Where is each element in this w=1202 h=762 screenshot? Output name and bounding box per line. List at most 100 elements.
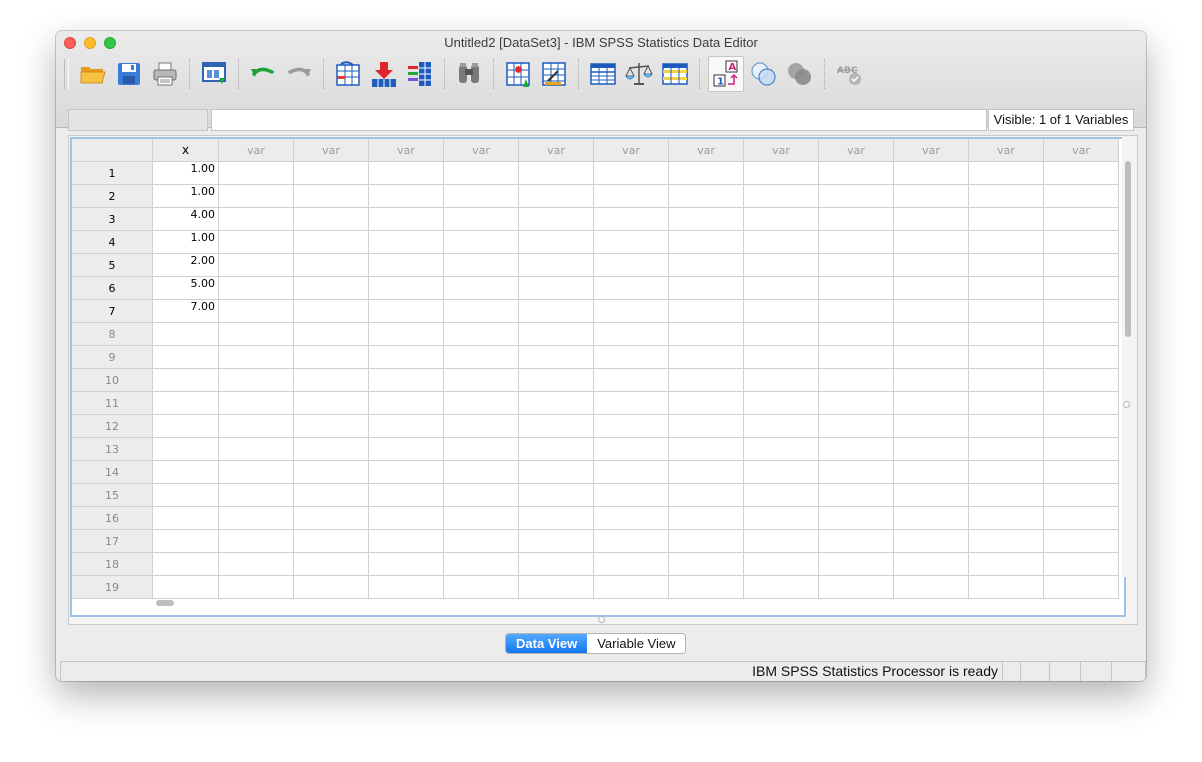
data-cell[interactable] [443, 368, 519, 392]
data-cell[interactable] [968, 184, 1044, 208]
data-cell[interactable] [818, 460, 894, 484]
vertical-split-handle[interactable] [1123, 401, 1130, 408]
vertical-scrollbar[interactable] [1122, 137, 1134, 577]
data-cell[interactable] [443, 230, 519, 254]
data-cell[interactable] [1043, 552, 1119, 576]
data-cell[interactable] [293, 299, 369, 323]
data-cell[interactable] [218, 276, 294, 300]
data-cell[interactable] [218, 161, 294, 185]
data-cell[interactable] [593, 276, 669, 300]
data-cell[interactable] [443, 552, 519, 576]
data-cell[interactable] [668, 483, 744, 507]
data-cell[interactable] [518, 184, 594, 208]
data-cell[interactable] [743, 529, 819, 553]
data-cell[interactable] [968, 253, 1044, 277]
data-cell[interactable] [518, 529, 594, 553]
data-cell[interactable] [668, 322, 744, 346]
data-cell[interactable] [293, 230, 369, 254]
data-cell[interactable] [668, 552, 744, 576]
data-cell[interactable] [818, 506, 894, 530]
data-cell[interactable] [593, 207, 669, 231]
data-cell[interactable] [593, 299, 669, 323]
data-cell[interactable] [818, 437, 894, 461]
data-cell[interactable] [818, 345, 894, 369]
data-cell[interactable] [218, 253, 294, 277]
data-cell[interactable] [743, 460, 819, 484]
data-cell[interactable] [368, 276, 444, 300]
row-header[interactable]: 18 [72, 552, 153, 576]
data-cell[interactable] [1043, 391, 1119, 415]
data-cell[interactable] [443, 207, 519, 231]
data-cell[interactable] [518, 506, 594, 530]
data-cell[interactable] [443, 414, 519, 438]
data-cell[interactable] [593, 184, 669, 208]
data-cell[interactable] [893, 184, 969, 208]
variables-icon[interactable] [404, 58, 436, 90]
data-cell[interactable] [293, 184, 369, 208]
data-cell[interactable] [443, 345, 519, 369]
data-cell[interactable] [818, 529, 894, 553]
data-cell[interactable] [518, 345, 594, 369]
data-cell[interactable] [818, 552, 894, 576]
data-cell[interactable] [893, 552, 969, 576]
row-header[interactable]: 15 [72, 483, 153, 507]
data-cell[interactable] [1043, 437, 1119, 461]
data-cell[interactable] [968, 207, 1044, 231]
data-cell[interactable] [893, 276, 969, 300]
data-cell[interactable] [968, 230, 1044, 254]
data-cell[interactable] [818, 253, 894, 277]
data-cell[interactable] [893, 253, 969, 277]
data-cell[interactable] [593, 529, 669, 553]
row-header[interactable]: 4 [72, 230, 153, 254]
data-cell[interactable] [293, 414, 369, 438]
save-icon[interactable] [113, 58, 145, 90]
row-header[interactable]: 3 [72, 207, 153, 231]
data-cell[interactable] [818, 230, 894, 254]
data-cell[interactable] [218, 575, 294, 599]
data-cell[interactable]: 2.00 [152, 253, 219, 277]
data-cell[interactable] [893, 483, 969, 507]
column-header-empty[interactable]: var [518, 139, 594, 162]
data-cell[interactable] [293, 391, 369, 415]
data-cell[interactable] [893, 437, 969, 461]
row-header[interactable]: 10 [72, 368, 153, 392]
row-header[interactable]: 17 [72, 529, 153, 553]
data-cell[interactable] [293, 368, 369, 392]
data-cell[interactable] [443, 483, 519, 507]
open-folder-icon[interactable] [77, 58, 109, 90]
data-cell[interactable] [368, 460, 444, 484]
value-labels-icon[interactable]: A1 [708, 56, 744, 92]
data-cell[interactable] [218, 345, 294, 369]
data-cell[interactable] [743, 322, 819, 346]
data-cell[interactable] [152, 529, 219, 553]
data-cell[interactable] [1043, 253, 1119, 277]
row-header[interactable]: 13 [72, 437, 153, 461]
data-cell[interactable] [218, 368, 294, 392]
redo-icon[interactable] [283, 58, 315, 90]
data-cell[interactable] [968, 460, 1044, 484]
data-cell[interactable] [968, 299, 1044, 323]
data-cell[interactable] [218, 506, 294, 530]
data-cell[interactable] [218, 322, 294, 346]
data-cell[interactable] [293, 276, 369, 300]
data-cell[interactable] [443, 161, 519, 185]
undo-icon[interactable] [247, 58, 279, 90]
tab-variable-view[interactable]: Variable View [587, 634, 686, 653]
data-cell[interactable] [518, 207, 594, 231]
data-cell[interactable] [293, 552, 369, 576]
data-cell[interactable] [218, 437, 294, 461]
data-cell[interactable] [368, 207, 444, 231]
column-header-empty[interactable]: var [743, 139, 819, 162]
data-cell[interactable] [443, 460, 519, 484]
data-cell[interactable] [743, 184, 819, 208]
data-cell[interactable] [668, 506, 744, 530]
data-cell[interactable] [293, 161, 369, 185]
data-cell[interactable] [593, 368, 669, 392]
spell-check-icon[interactable]: ABC [833, 58, 865, 90]
data-cell[interactable] [743, 552, 819, 576]
data-cell[interactable] [218, 299, 294, 323]
data-cell[interactable] [593, 322, 669, 346]
data-cell[interactable] [818, 391, 894, 415]
cell-reference-field[interactable] [68, 109, 208, 131]
data-cell[interactable] [593, 161, 669, 185]
